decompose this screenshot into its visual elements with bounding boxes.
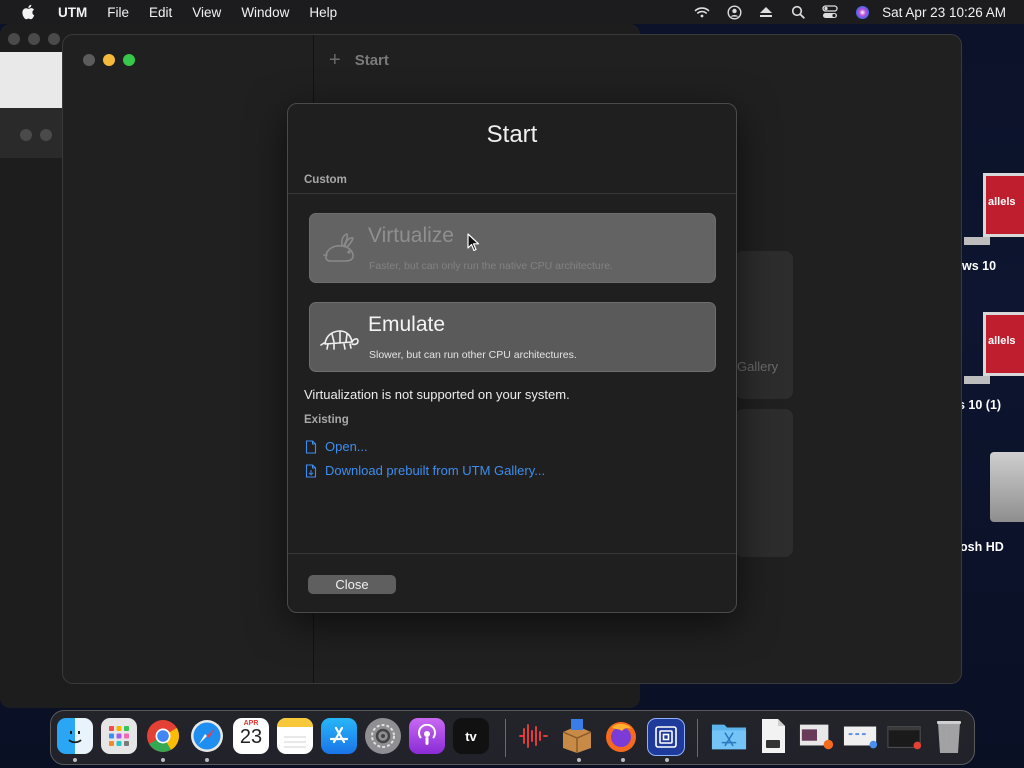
hard-drive-icon xyxy=(990,452,1024,522)
menu-bar-clock[interactable]: Sat Apr 23 10:26 AM xyxy=(878,5,1024,20)
virtualize-description: Faster, but can only run the native CPU … xyxy=(369,260,613,272)
parallels-vm-icon: allels xyxy=(983,173,1024,237)
menu-file[interactable]: File xyxy=(97,5,139,20)
rabbit-icon xyxy=(323,233,354,262)
section-divider xyxy=(288,193,736,194)
user-account-icon[interactable] xyxy=(718,0,750,24)
app-store-icon[interactable] xyxy=(321,718,357,754)
window-stack-icon[interactable] xyxy=(887,718,923,754)
desktop-icon-label: ws 10 xyxy=(962,259,997,273)
menu-app-name[interactable]: UTM xyxy=(56,5,97,20)
existing-section-label: Existing xyxy=(304,414,349,426)
launchpad-icon[interactable] xyxy=(101,718,137,754)
add-vm-button[interactable]: + xyxy=(329,49,341,72)
background-window-traffic-lights xyxy=(8,33,60,45)
applications-folder-icon[interactable] xyxy=(711,718,747,754)
apple-tv-icon[interactable]: tv xyxy=(453,718,489,754)
trash-icon[interactable] xyxy=(931,718,967,754)
download-gallery-link[interactable]: Download prebuilt from UTM Gallery... xyxy=(305,463,545,478)
sheet-title: Start xyxy=(486,121,538,148)
background-window-white-area xyxy=(0,52,62,108)
chrome-running-indicator xyxy=(161,758,165,762)
emulate-button[interactable]: Emulate Slower, but can run other CPU ar… xyxy=(309,302,716,372)
firefox-running-indicator xyxy=(621,758,625,762)
parallels-vm-icon: allels xyxy=(983,312,1024,376)
footer-divider xyxy=(288,553,736,554)
wifi-icon[interactable] xyxy=(686,0,718,24)
background-card[interactable] xyxy=(735,409,793,557)
utm-running-indicator xyxy=(665,758,669,762)
desktop-icon-windows-10[interactable]: allels ws 10 xyxy=(958,173,1024,273)
desktop-icon-windows-10-copy[interactable]: allels s 10 (1) xyxy=(958,312,1024,412)
utm-icon[interactable] xyxy=(647,718,685,756)
document-icon[interactable] xyxy=(755,718,791,754)
desktop-icon-label: s 10 (1) xyxy=(958,398,1002,412)
window-toolbar: + Start xyxy=(329,49,389,72)
notes-icon[interactable] xyxy=(277,718,313,754)
siri-icon[interactable] xyxy=(846,0,878,24)
menu-bar: UTM File Edit View Window Help Sat Apr 2… xyxy=(0,0,1024,24)
finder-running-indicator xyxy=(73,758,77,762)
toolbar-title: Start xyxy=(354,52,389,69)
window-close-button[interactable] xyxy=(83,54,95,66)
archive-utility-running-indicator xyxy=(577,758,581,762)
podcasts-icon[interactable] xyxy=(409,718,445,754)
dock-separator xyxy=(505,719,506,757)
menu-view[interactable]: View xyxy=(182,5,231,20)
preview-stack-icon[interactable] xyxy=(843,718,879,754)
gallery-card-label: Gallery xyxy=(737,359,779,374)
document-icon xyxy=(305,439,317,454)
window-traffic-lights xyxy=(83,54,135,66)
background-window-secondary xyxy=(0,108,65,158)
mouse-cursor-icon xyxy=(467,233,480,252)
safari-icon[interactable] xyxy=(189,718,225,754)
menu-edit[interactable]: Edit xyxy=(139,5,182,20)
start-sheet: Start Custom Virtualize Faster, but can … xyxy=(287,103,737,613)
virtualize-button[interactable]: Virtualize Faster, but can only run the … xyxy=(309,213,716,283)
control-center-icon[interactable] xyxy=(814,0,846,24)
open-link[interactable]: Open... xyxy=(305,439,368,454)
finder-icon[interactable] xyxy=(57,718,93,754)
window-zoom-button[interactable] xyxy=(123,54,135,66)
custom-section-label: Custom xyxy=(304,174,347,186)
open-link-label: Open... xyxy=(325,439,368,454)
audio-editor-icon[interactable] xyxy=(515,718,551,754)
eject-icon[interactable] xyxy=(750,0,782,24)
download-gallery-label: Download prebuilt from UTM Gallery... xyxy=(325,463,546,478)
virtualization-notice: Virtualization is not supported on your … xyxy=(304,387,570,402)
apple-menu-icon[interactable] xyxy=(0,4,56,20)
firefox-icon[interactable] xyxy=(603,718,639,754)
menu-window[interactable]: Window xyxy=(231,5,299,20)
window-minimize-button[interactable] xyxy=(103,54,115,66)
desktop-icon-macintosh-hd[interactable]: osh HD xyxy=(958,452,1024,554)
system-preferences-icon[interactable] xyxy=(365,718,401,754)
spotlight-search-icon[interactable] xyxy=(782,0,814,24)
apple-tv-label: tv xyxy=(465,728,477,744)
turtle-icon xyxy=(320,330,359,350)
dock: APR 23 tv xyxy=(50,710,975,765)
close-button[interactable]: Close xyxy=(308,575,396,594)
dock-separator xyxy=(697,719,698,757)
safari-running-indicator xyxy=(205,758,209,762)
calendar-day: 23 xyxy=(239,726,263,748)
emulate-description: Slower, but can run other CPU architectu… xyxy=(369,349,577,361)
calendar-icon[interactable]: APR 23 xyxy=(233,718,269,754)
virtualize-title: Virtualize xyxy=(368,224,454,247)
screenshot-stack-icon[interactable] xyxy=(799,718,835,754)
chrome-icon[interactable] xyxy=(145,718,181,754)
emulate-title: Emulate xyxy=(368,313,446,336)
desktop-icon-label: osh HD xyxy=(960,540,1004,554)
document-download-icon xyxy=(305,463,317,478)
menu-help[interactable]: Help xyxy=(299,5,347,20)
gallery-card[interactable] xyxy=(735,251,793,399)
archive-utility-icon[interactable] xyxy=(559,718,595,754)
